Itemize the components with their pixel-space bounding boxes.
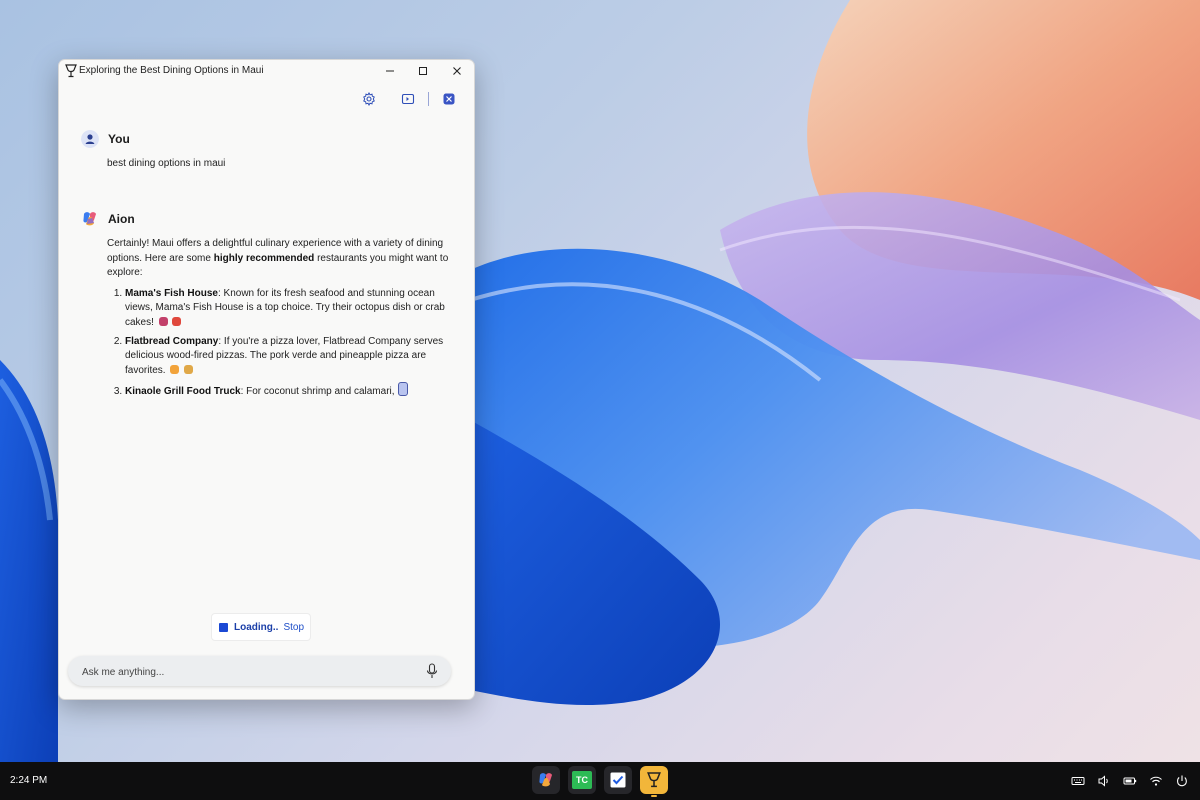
battery-icon[interactable] bbox=[1123, 774, 1137, 788]
chat-input-container bbox=[68, 656, 451, 686]
restaurant-name: Flatbread Company bbox=[125, 335, 219, 347]
wifi-icon[interactable] bbox=[1149, 774, 1163, 788]
goblet-icon bbox=[65, 64, 77, 78]
maximize-button[interactable] bbox=[408, 61, 438, 81]
toolbar-separator bbox=[428, 92, 429, 106]
stop-square-icon bbox=[219, 622, 228, 632]
restaurant-description: : For coconut shrimp and calamari, bbox=[240, 386, 395, 398]
user-avatar-icon bbox=[81, 130, 99, 148]
assistant-avatar-icon bbox=[83, 212, 96, 226]
assistant-name: Aion bbox=[108, 212, 135, 226]
gear-icon bbox=[363, 92, 375, 106]
list-item: Kinaole Grill Food Truck: For coconut sh… bbox=[125, 382, 462, 400]
pineapple-emoji-icon bbox=[184, 364, 194, 374]
stop-label: Stop bbox=[283, 621, 305, 633]
pizza-emoji-icon bbox=[170, 364, 180, 374]
user-name: You bbox=[108, 132, 130, 146]
taskbar: 2:24 PM TC bbox=[0, 762, 1200, 800]
list-item: Mama's Fish House: Known for its fresh s… bbox=[125, 287, 462, 331]
microphone-icon[interactable] bbox=[425, 663, 439, 679]
close-button[interactable] bbox=[442, 61, 472, 81]
new-chat-icon bbox=[443, 93, 455, 105]
maximize-icon bbox=[419, 67, 427, 75]
assistant-intro: Certainly! Maui offers a delightful culi… bbox=[107, 237, 462, 281]
taskbar-app-goblet[interactable] bbox=[640, 766, 668, 794]
assistant-message-header: Aion bbox=[81, 210, 135, 228]
user-message-header: You bbox=[81, 130, 130, 148]
sidebar-toggle-button[interactable] bbox=[398, 89, 418, 109]
title-bar[interactable]: Exploring the Best Dining Options in Mau… bbox=[59, 60, 474, 82]
assistant-message-body: Certainly! Maui offers a delightful culi… bbox=[107, 237, 462, 404]
minimize-icon bbox=[386, 70, 394, 72]
list-item: Flatbread Company: If you're a pizza lov… bbox=[125, 335, 462, 379]
restaurant-name: Mama's Fish House bbox=[125, 287, 218, 299]
settings-button[interactable] bbox=[359, 89, 379, 109]
crab-emoji-icon bbox=[172, 316, 182, 326]
typing-cursor-icon bbox=[397, 382, 408, 397]
octopus-emoji-icon bbox=[158, 316, 168, 326]
keyboard-icon[interactable] bbox=[1071, 774, 1085, 788]
stop-generating-button[interactable]: Loading.. Stop bbox=[211, 613, 311, 641]
active-app-indicator bbox=[651, 795, 657, 797]
tc-app-icon: TC bbox=[572, 771, 592, 789]
window-title: Exploring the Best Dining Options in Mau… bbox=[79, 65, 264, 76]
copilot-app-icon bbox=[539, 773, 552, 787]
goblet-app-icon bbox=[647, 772, 661, 788]
restaurant-name: Kinaole Grill Food Truck bbox=[125, 386, 241, 398]
close-icon bbox=[453, 67, 461, 75]
volume-icon[interactable] bbox=[1097, 774, 1111, 788]
minimize-button[interactable] bbox=[375, 61, 405, 81]
loading-label: Loading.. bbox=[234, 621, 279, 633]
power-icon[interactable] bbox=[1175, 774, 1189, 788]
restaurant-list: Mama's Fish House: Known for its fresh s… bbox=[107, 287, 462, 400]
taskbar-clock[interactable]: 2:24 PM bbox=[10, 775, 47, 786]
taskbar-app-copilot[interactable] bbox=[532, 766, 560, 794]
taskbar-app-todo[interactable] bbox=[604, 766, 632, 794]
user-message-text: best dining options in maui bbox=[107, 158, 226, 169]
chat-window: Exploring the Best Dining Options in Mau… bbox=[58, 59, 475, 700]
chat-input[interactable] bbox=[80, 663, 414, 681]
taskbar-app-tc[interactable]: TC bbox=[568, 766, 596, 794]
todo-app-icon bbox=[610, 772, 626, 788]
intro-text-bold: highly recommended bbox=[213, 252, 315, 264]
panel-icon bbox=[401, 93, 415, 105]
new-chat-button[interactable] bbox=[439, 89, 459, 109]
